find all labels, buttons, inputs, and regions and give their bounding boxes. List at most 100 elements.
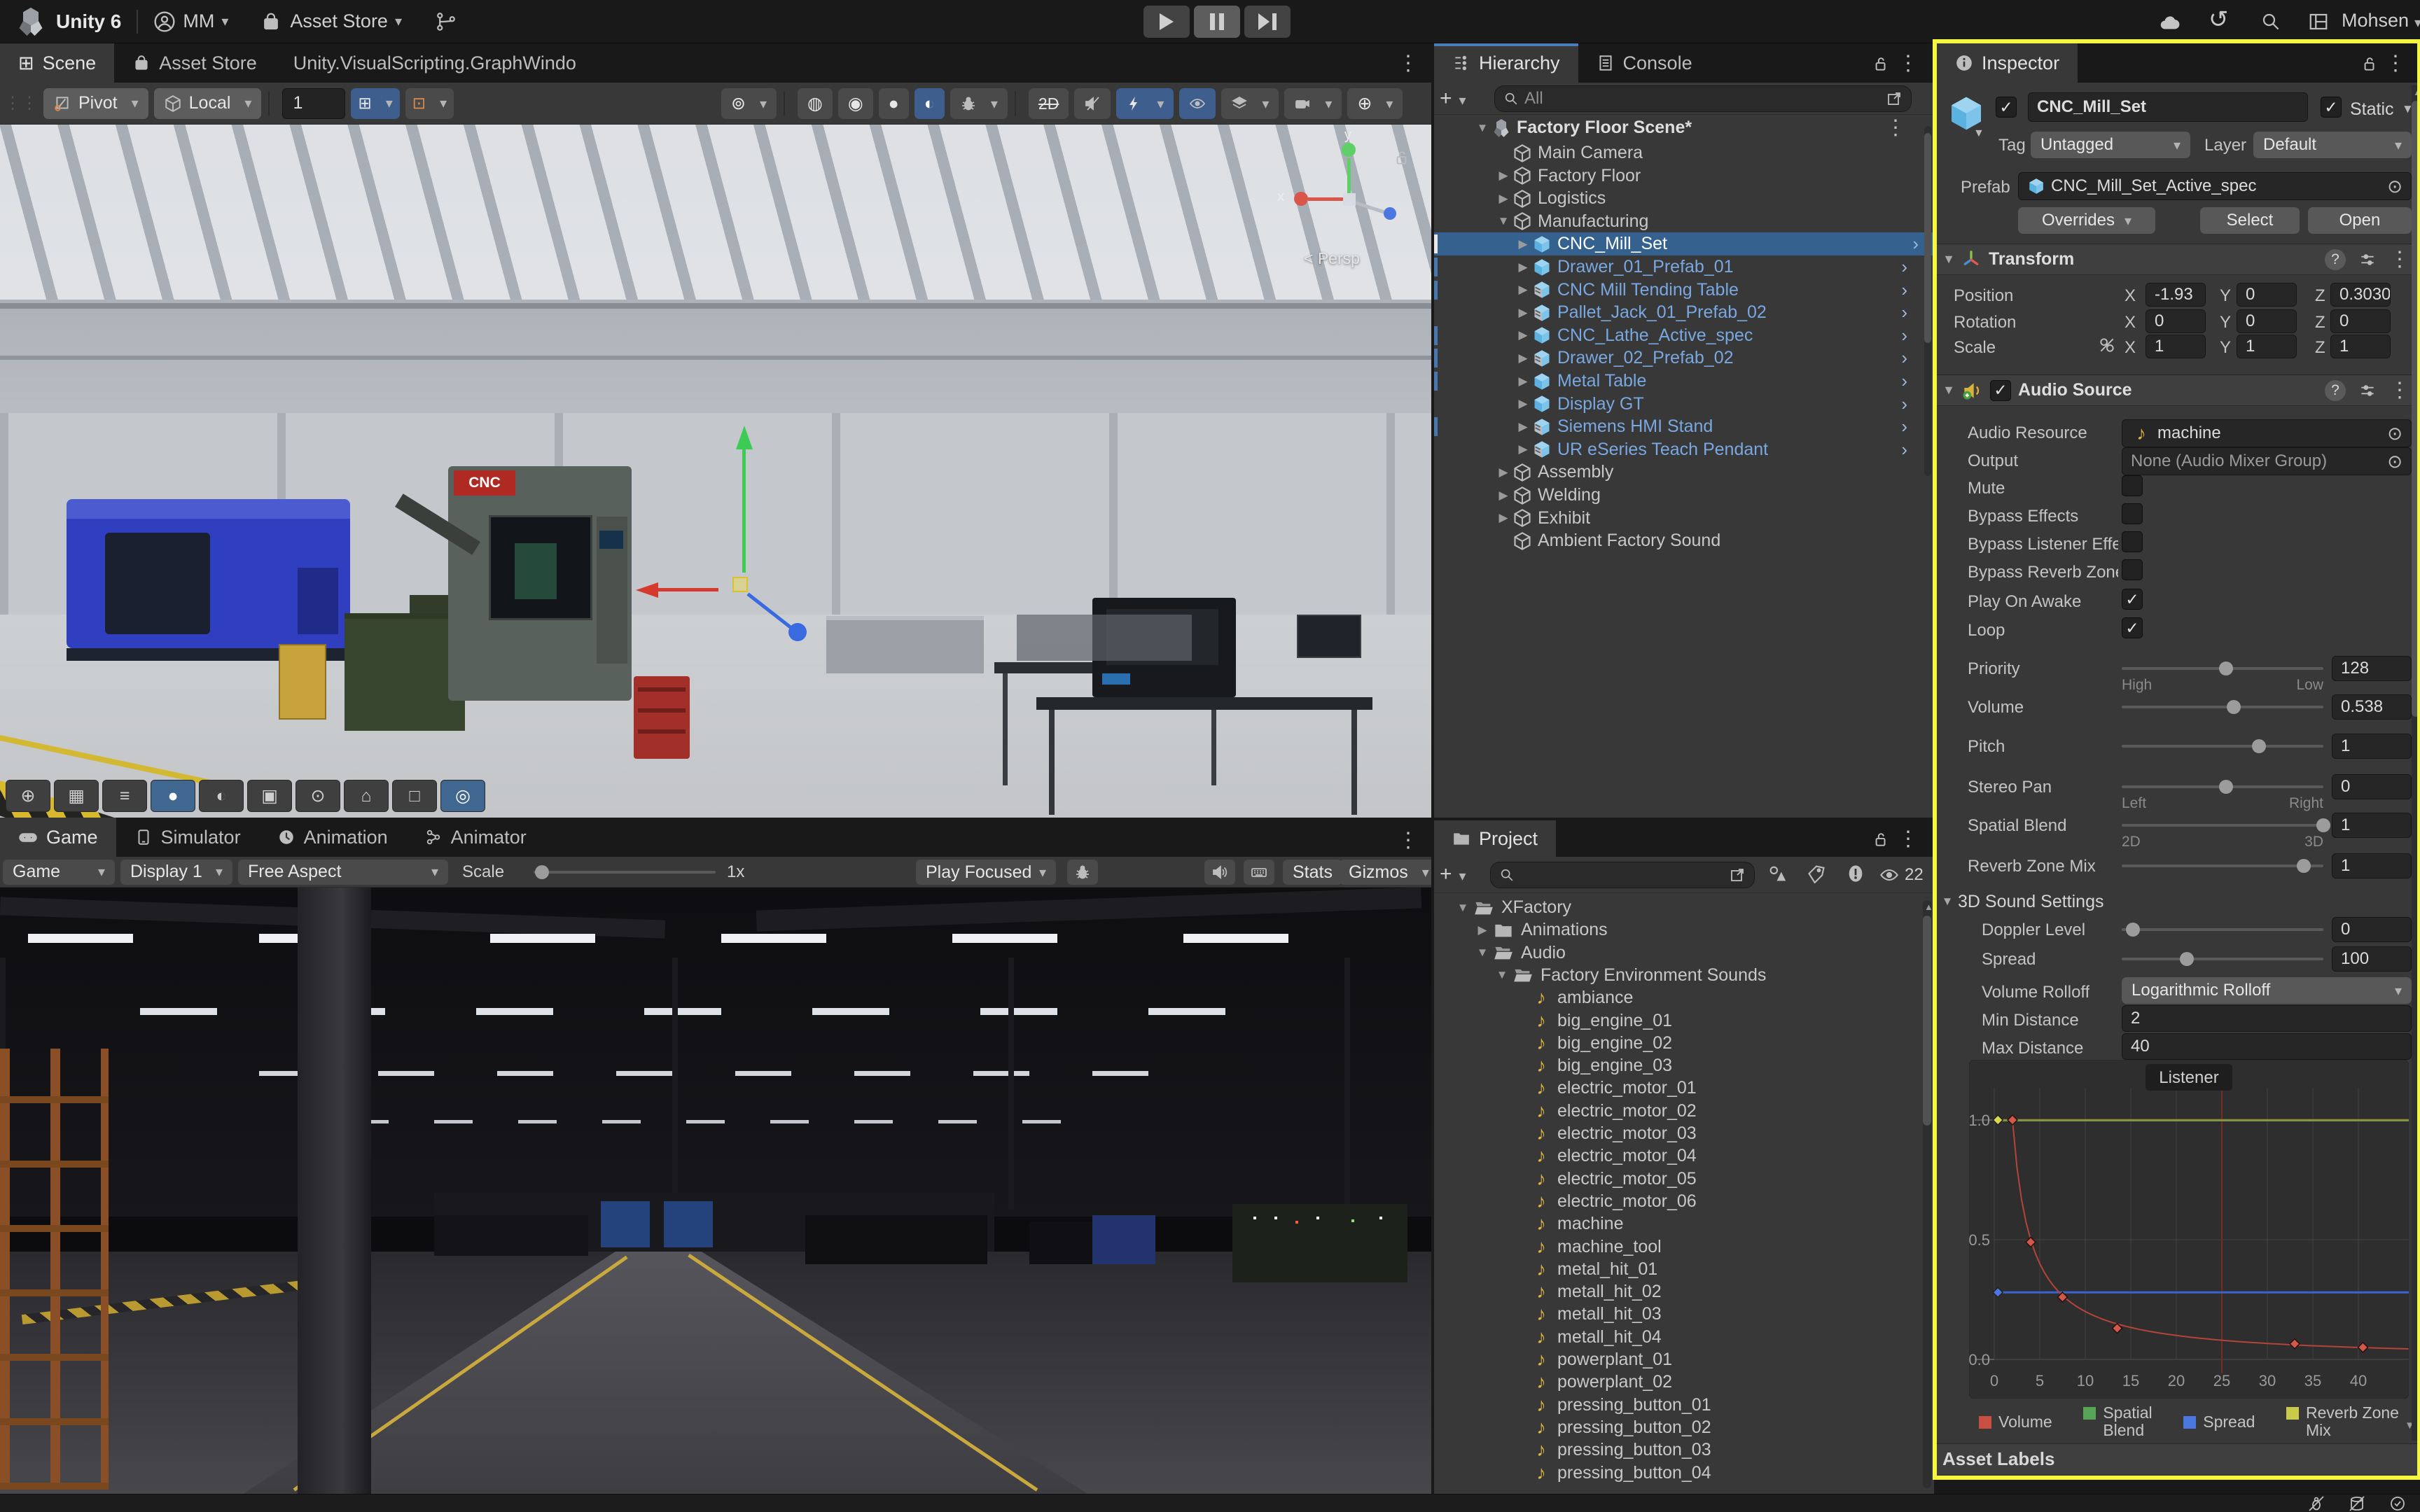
move-gizmo[interactable] [630, 426, 812, 657]
foldout-icon[interactable]: ▶ [1514, 397, 1532, 411]
home-tool-button[interactable]: ⌂ [344, 780, 389, 812]
foldout-icon[interactable]: ▶ [1514, 306, 1532, 320]
game-viewport[interactable] [0, 888, 1431, 1494]
object-picker-icon[interactable]: ⊙ [2387, 176, 2402, 197]
foldout-icon[interactable]: ▶ [1494, 465, 1512, 479]
panel-menu-icon[interactable]: ⋮ [1398, 830, 1419, 851]
hierarchy-scrollbar[interactable] [1924, 126, 1931, 476]
output-field[interactable]: None (Audio Mixer Group) ⊙ [2122, 447, 2412, 475]
rolloff-curve-chart[interactable]: 05101520253035401.00.50.0Listener [1969, 1060, 2409, 1399]
hierarchy-item[interactable]: ▶Drawer_01_Prefab_01› [1434, 255, 1923, 279]
slider-pitch[interactable] [2122, 745, 2323, 748]
foldout-icon[interactable]: ▶ [1494, 192, 1512, 206]
audio-resource-field[interactable]: ♪ machine ⊙ [2122, 419, 2412, 447]
transform-rotation-z-field[interactable]: 0 [2330, 309, 2391, 333]
hierarchy-item[interactable]: ▶Display GT› [1434, 393, 1923, 416]
link-scale-icon[interactable] [2098, 336, 2116, 354]
user-menu[interactable]: Mohsen [2342, 10, 2409, 31]
project-item[interactable]: ▼XFactory [1434, 896, 1923, 919]
increment-snap-button[interactable]: ⊡▾ [405, 88, 454, 119]
rolloff-dropdown[interactable]: Logarithmic Rolloff▾ [2122, 977, 2412, 1004]
project-item[interactable]: ♪metall_hit_03 [1434, 1303, 1923, 1326]
compass-tool-button[interactable]: ◎ [440, 780, 485, 812]
static-checkbox[interactable]: ✓ [2321, 97, 2342, 118]
project-item[interactable]: ♪ambiance [1434, 986, 1923, 1009]
scene-camera-dropdown[interactable]: ⊕▾ [1347, 88, 1403, 119]
mute-checkbox[interactable] [2122, 475, 2143, 496]
hierarchy-item[interactable]: ▶CNC Mill Tending Table› [1434, 279, 1923, 302]
scale-slider[interactable] [534, 871, 716, 874]
tag-dropdown[interactable]: Untagged▾ [2031, 132, 2190, 158]
prefab-field[interactable]: CNC_Mill_Set_Active_spec ⊙ [2018, 172, 2412, 200]
foldout-icon[interactable]: ▶ [1514, 260, 1532, 274]
object-picker-icon[interactable]: ⊙ [2387, 451, 2402, 472]
tab-simulator[interactable]: Simulator [116, 818, 259, 857]
shading-wireframe-button[interactable]: ◍ [798, 88, 833, 119]
project-item[interactable]: ♪big_engine_03 [1434, 1054, 1923, 1077]
project-item[interactable]: ♪big_engine_02 [1434, 1032, 1923, 1055]
hierarchy-item[interactable]: ▶Assembly [1434, 461, 1923, 484]
audio-mute-button[interactable] [1074, 88, 1111, 119]
axis-gizmo[interactable]: y x [1288, 139, 1407, 258]
project-scrollbar[interactable]: ▲ [1923, 900, 1931, 1488]
panel-menu-icon[interactable]: ⋮ [1898, 53, 1919, 74]
persp-label[interactable]: < Persp [1304, 249, 1360, 268]
foldout-icon[interactable]: ▶ [1514, 442, 1532, 456]
component-menu-icon[interactable]: ⋮ [2389, 380, 2410, 401]
max-distance-field[interactable]: 40 [2122, 1033, 2412, 1060]
transform-position-x-field[interactable]: -1.93 [2146, 283, 2206, 307]
tab-console[interactable]: Console [1578, 43, 1711, 83]
foldout-icon[interactable]: ▼ [1473, 946, 1491, 960]
foldout-icon[interactable]: ▶ [1514, 328, 1532, 342]
visibility-toggle-button[interactable] [1179, 88, 1216, 119]
help-icon[interactable]: ? [2325, 249, 2346, 270]
foldout-icon[interactable]: ▶ [1514, 420, 1532, 434]
layer-dropdown[interactable]: Default▾ [2253, 132, 2412, 158]
step-button[interactable] [1244, 6, 1291, 38]
hierarchy-item[interactable]: ▶Siemens HMI Stand› [1434, 415, 1923, 438]
hierarchy-item[interactable]: Ambient Factory Sound [1434, 529, 1923, 552]
open-button[interactable]: Open [2308, 207, 2412, 234]
project-item[interactable]: ▼Audio [1434, 941, 1923, 965]
shading-shaded-wire-button[interactable]: ◉ [838, 88, 873, 119]
project-item[interactable]: ♪metall_hit_02 [1434, 1280, 1923, 1303]
project-item[interactable]: ♪metall_hit_04 [1434, 1326, 1923, 1349]
prefab-open-icon[interactable]: › [1901, 393, 1907, 415]
project-item[interactable]: ♪electric_motor_04 [1434, 1144, 1923, 1168]
slider-spread[interactable] [2122, 958, 2323, 960]
chevron-down-icon[interactable]: ▼ [1973, 127, 1984, 140]
tab-hierarchy[interactable]: Hierarchy [1434, 43, 1578, 83]
stats-button[interactable]: Stats [1283, 860, 1342, 885]
foldout-icon[interactable]: ▶ [1473, 923, 1491, 937]
snap-tool-button[interactable]: ≡ [102, 780, 147, 812]
pivot-dropdown[interactable]: Pivot▾ [43, 88, 148, 119]
lock-icon[interactable] [2360, 55, 2378, 73]
foldout-icon[interactable]: ▶ [1514, 237, 1532, 251]
transform-position-z-field[interactable]: 0.3030 [2330, 283, 2391, 307]
slider-priority[interactable] [2122, 667, 2323, 670]
lighting-toggle-button[interactable]: ▾ [1116, 88, 1174, 119]
shading-unlit-button[interactable]: ● [879, 88, 909, 119]
project-search-input[interactable] [1520, 865, 1723, 885]
foldout-icon[interactable]: ▶ [1514, 283, 1532, 297]
hierarchy-item[interactable]: ▶CNC_Lathe_Active_spec› [1434, 324, 1923, 347]
pause-button[interactable] [1194, 6, 1240, 38]
preset-icon[interactable] [2358, 251, 2377, 269]
play-button[interactable] [1143, 6, 1190, 38]
project-item[interactable]: ▶Animations [1434, 918, 1923, 941]
object-name-field[interactable] [2028, 92, 2308, 122]
slider-value-field[interactable]: 1 [2332, 813, 2412, 838]
lock-icon[interactable] [1871, 830, 1889, 848]
slider-value-field[interactable]: 1 [2332, 734, 2412, 759]
audio-source-header[interactable]: ▼ ✓ Audio Source ?⋮ [1937, 374, 2420, 406]
slider-volume[interactable] [2122, 706, 2323, 708]
prefab-open-icon[interactable]: › [1901, 439, 1907, 461]
slider-spatial-blend[interactable] [2122, 824, 2323, 827]
prefab-open-icon[interactable]: › [1901, 302, 1907, 323]
layout-icon[interactable] [2308, 11, 2329, 32]
project-item[interactable]: ♪powerplant_01 [1434, 1348, 1923, 1371]
project-item[interactable]: ♪machine [1434, 1212, 1923, 1236]
orientation-dropdown[interactable]: Local▾ [154, 88, 262, 119]
project-search[interactable] [1490, 862, 1755, 888]
project-item[interactable]: ♪pressing_button_01 [1434, 1394, 1923, 1417]
